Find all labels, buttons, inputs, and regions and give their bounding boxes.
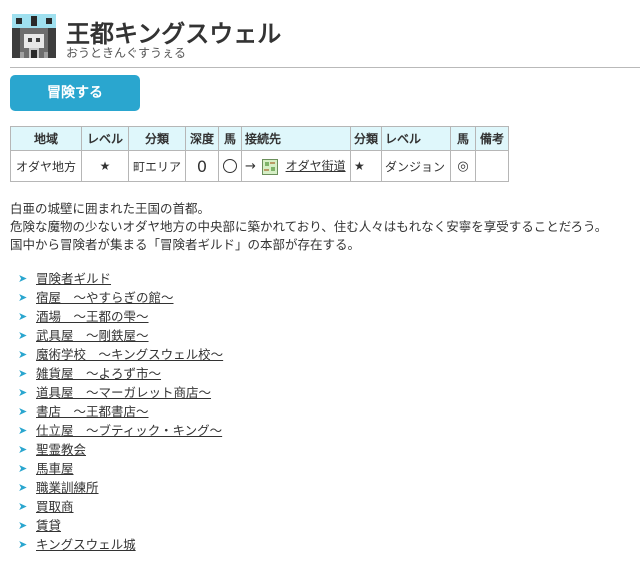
list-item: ➤ 賃貸 bbox=[12, 516, 223, 535]
facility-link[interactable]: 冒険者ギルド bbox=[36, 271, 111, 286]
arrow-icon: → bbox=[245, 159, 256, 175]
list-item: ➤ 酒場 ～王都の雫～ bbox=[12, 307, 223, 326]
table-row: オダヤ地方 ★ 町エリア 0 → オダヤ街道 ★ ダンジョン ◎ bbox=[10, 150, 510, 182]
facility-link[interactable]: キングスウェル城 bbox=[36, 537, 136, 552]
dest-horse-cell: ◎ bbox=[450, 150, 477, 182]
page-title-reading: おうときんぐすうぇる bbox=[66, 46, 187, 60]
facility-link[interactable]: 武具屋 ～剛鉄屋～ bbox=[36, 328, 149, 343]
list-item: ➤ 書店 ～王都書店～ bbox=[12, 402, 223, 421]
header-divider bbox=[10, 67, 640, 68]
list-item: ➤ 雑貨屋 ～よろず市～ bbox=[12, 364, 223, 383]
list-item: ➤ 職業訓練所 bbox=[12, 478, 223, 497]
list-item: ➤ 買取商 bbox=[12, 497, 223, 516]
bullet-icon: ➤ bbox=[18, 291, 28, 304]
facility-link[interactable]: 書店 ～王都書店～ bbox=[36, 404, 149, 419]
area-description: 白亜の城壁に囲まれた王国の首都。 危険な魔物の少ないオダヤ地方の中央部に築かれて… bbox=[10, 200, 640, 254]
facility-link[interactable]: 仕立屋 ～ブティック・キング～ bbox=[36, 423, 222, 438]
list-item: ➤ 魔術学校 ～キングスウェル校～ bbox=[12, 345, 223, 364]
region-cell: オダヤ地方 bbox=[10, 150, 82, 182]
destination-link[interactable]: オダヤ街道 bbox=[286, 159, 346, 173]
bullet-icon: ➤ bbox=[18, 424, 28, 437]
list-item: ➤ 冒険者ギルド bbox=[12, 269, 223, 288]
destination-cell: → オダヤ街道 bbox=[241, 150, 351, 182]
area-info-table: 地域 レベル 分類 深度 馬 接続先 分類 レベル 馬 備考 オダヤ地方 ★ 町… bbox=[10, 126, 510, 182]
bullet-icon: ➤ bbox=[18, 462, 28, 475]
description-line: 危険な魔物の少ないオダヤ地方の中央部に築かれており、住む人々はもれなく安寧を享受… bbox=[10, 219, 608, 234]
bullet-icon: ➤ bbox=[18, 348, 28, 361]
column-header: 地域 bbox=[10, 126, 82, 151]
facility-link[interactable]: 聖霊教会 bbox=[36, 442, 86, 457]
column-header: レベル bbox=[81, 126, 129, 151]
list-item: ➤ 聖霊教会 bbox=[12, 440, 223, 459]
bullet-icon: ➤ bbox=[18, 310, 28, 323]
castle-icon bbox=[10, 12, 58, 60]
bullet-icon: ➤ bbox=[18, 538, 28, 551]
description-line: 国中から冒険者が集まる「冒険者ギルド」の本部が存在する。 bbox=[10, 237, 361, 252]
dest-level-cell: ★ bbox=[349, 150, 383, 182]
column-header: 接続先 bbox=[241, 126, 351, 151]
description-line: 白亜の城壁に囲まれた王国の首都。 bbox=[10, 201, 211, 216]
facility-link[interactable]: 賃貸 bbox=[36, 518, 61, 533]
depth-cell: 0 bbox=[185, 150, 219, 182]
level-cell: ★ bbox=[81, 150, 129, 182]
note-cell bbox=[475, 150, 510, 182]
list-item: ➤ キングスウェル城 bbox=[12, 535, 223, 554]
bullet-icon: ➤ bbox=[18, 329, 28, 342]
horse-cell bbox=[218, 150, 242, 182]
bullet-icon: ➤ bbox=[18, 405, 28, 418]
bullet-icon: ➤ bbox=[18, 500, 28, 513]
table-header-row: 地域 レベル 分類 深度 馬 接続先 分類 レベル 馬 備考 bbox=[10, 126, 510, 151]
category-cell: 町エリア bbox=[128, 150, 186, 182]
list-item: ➤ 道具屋 ～マーガレット商店～ bbox=[12, 383, 223, 402]
bullet-icon: ➤ bbox=[18, 272, 28, 285]
list-item: ➤ 武具屋 ～剛鉄屋～ bbox=[12, 326, 223, 345]
list-item: ➤ 仕立屋 ～ブティック・キング～ bbox=[12, 421, 223, 440]
facility-link[interactable]: 道具屋 ～マーガレット商店～ bbox=[36, 385, 211, 400]
facility-link[interactable]: 雑貨屋 ～よろず市～ bbox=[36, 366, 161, 381]
dest-category-cell: ダンジョン bbox=[381, 150, 452, 182]
column-header: 深度 bbox=[185, 126, 219, 151]
facility-link[interactable]: 酒場 ～王都の雫～ bbox=[36, 309, 149, 324]
bullet-icon: ➤ bbox=[18, 519, 28, 532]
column-header: 分類 bbox=[349, 126, 383, 151]
column-header: 分類 bbox=[128, 126, 186, 151]
facility-link[interactable]: 魔術学校 ～キングスウェル校～ bbox=[36, 347, 223, 362]
bullet-icon: ➤ bbox=[18, 481, 28, 494]
list-item: ➤ 馬車屋 bbox=[12, 459, 223, 478]
facility-link[interactable]: 宿屋 ～やすらぎの館～ bbox=[36, 290, 174, 305]
column-header: 備考 bbox=[475, 126, 510, 151]
column-header: 馬 bbox=[218, 126, 242, 151]
page-header: 王都キングスウェル おうときんぐすうぇる bbox=[10, 8, 640, 68]
horse-allowed-icon bbox=[223, 159, 237, 174]
list-item: ➤ 宿屋 ～やすらぎの館～ bbox=[12, 288, 223, 307]
bullet-icon: ➤ bbox=[18, 367, 28, 380]
map-icon bbox=[261, 158, 278, 175]
column-header: 馬 bbox=[450, 126, 477, 151]
bullet-icon: ➤ bbox=[18, 386, 28, 399]
facility-list: ➤ 冒険者ギルド ➤ 宿屋 ～やすらぎの館～ ➤ 酒場 ～王都の雫～ ➤ 武具屋 ～剛鉄… bbox=[12, 269, 223, 554]
facility-link[interactable]: 馬車屋 bbox=[36, 461, 74, 476]
column-header: レベル bbox=[381, 126, 452, 151]
facility-link[interactable]: 買取商 bbox=[36, 499, 74, 514]
bullet-icon: ➤ bbox=[18, 443, 28, 456]
facility-link[interactable]: 職業訓練所 bbox=[36, 480, 99, 495]
adventure-button[interactable]: 冒険する bbox=[10, 75, 140, 111]
